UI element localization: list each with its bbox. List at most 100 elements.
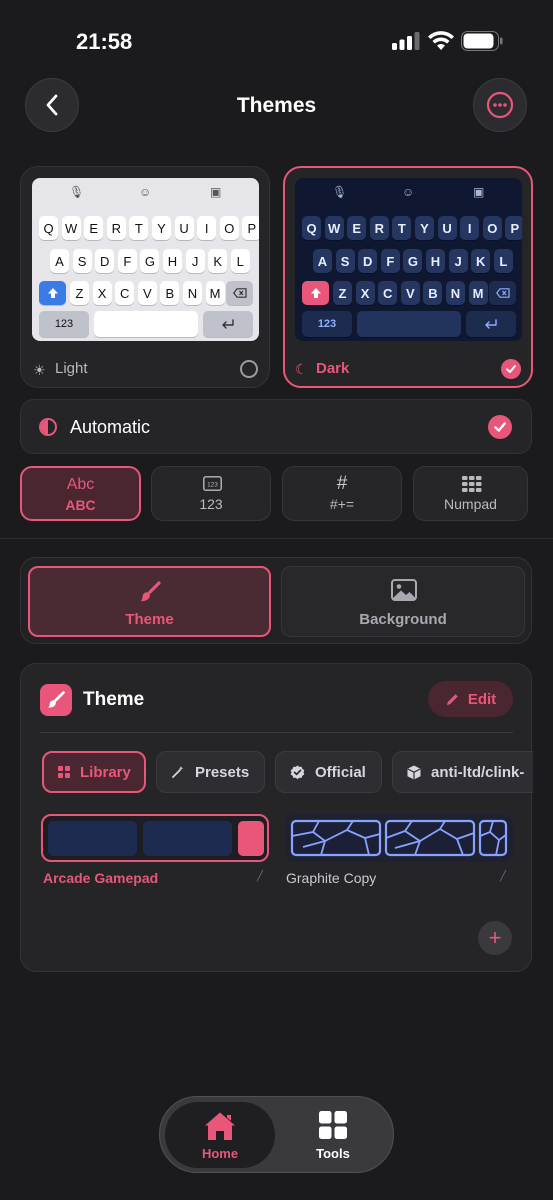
key-o: O xyxy=(219,216,239,240)
key-c: C xyxy=(115,281,135,305)
dark-theme-check-icon[interactable] xyxy=(501,359,521,379)
magic-wand-icon xyxy=(171,765,185,779)
key-p: P xyxy=(505,216,522,240)
numbers-key: 123 xyxy=(39,311,89,337)
grid-icon xyxy=(462,476,482,492)
key-y: Y xyxy=(152,216,171,240)
chip-anti-ltd-clink-label: anti-ltd/clink- xyxy=(431,763,525,781)
key-c: C xyxy=(378,281,398,305)
key-b: B xyxy=(423,281,443,305)
image-icon xyxy=(391,579,417,601)
status-bar: 21:58 xyxy=(0,0,553,80)
rename-pencil-icon[interactable]: ╱ xyxy=(500,871,506,882)
automatic-check-icon[interactable] xyxy=(488,415,512,439)
number-keypad-icon: 123 xyxy=(203,476,222,491)
preset-arcade-gamepad-name: Arcade Gamepad xyxy=(43,870,159,886)
emoji-icon: ☺ xyxy=(402,185,415,199)
key-h: H xyxy=(163,249,182,273)
key-y: Y xyxy=(415,216,434,240)
layout-tab-numpad[interactable]: Numpad xyxy=(413,466,528,521)
wifi-icon xyxy=(428,31,454,50)
key-l: L xyxy=(493,249,513,273)
key-g: G xyxy=(140,249,160,273)
chip-library-label: Library xyxy=(80,763,131,781)
chip-anti-ltd-clink[interactable]: anti-ltd/clink- xyxy=(392,751,533,793)
more-options-button[interactable] xyxy=(473,78,527,132)
theme-segment-button[interactable]: Theme xyxy=(28,566,271,637)
key-n: N xyxy=(183,281,202,305)
light-theme-card[interactable]: 🎙 ☺ ▣ Q W E R T Y U I O P A S D F G H J K L Z X C V B N M 123 ☀ Light xyxy=(20,166,270,388)
preset-swatch xyxy=(143,821,232,856)
rename-pencil-icon[interactable]: ╱ xyxy=(257,871,263,882)
layout-tab-numbers[interactable]: 123 123 xyxy=(151,466,271,521)
key-o: O xyxy=(482,216,502,240)
background-segment-button[interactable]: Background xyxy=(281,566,525,637)
key-s: S xyxy=(72,249,92,273)
key-p: P xyxy=(242,216,259,240)
key-u: U xyxy=(437,216,457,240)
key-s: S xyxy=(335,249,355,273)
key-u: U xyxy=(174,216,194,240)
key-d: D xyxy=(95,249,115,273)
key-j: J xyxy=(448,249,468,273)
key-h: H xyxy=(426,249,445,273)
layout-tab-numbers-label: 123 xyxy=(199,496,223,512)
key-z: Z xyxy=(70,281,89,305)
moon-icon: ☾ xyxy=(295,361,308,377)
space-key xyxy=(357,311,461,337)
theme-background-segmented-control: Theme Background xyxy=(20,557,532,644)
theme-panel: Theme Edit Library Presets Official anti… xyxy=(20,663,533,972)
keyboard-toolbar: 🎙 ☺ ▣ xyxy=(32,178,259,208)
dark-theme-card[interactable]: 🎙 ☺ ▣ Q W E R T Y U I O P A S D F G H J K L Z X C V B N M 123 ☾ Dark xyxy=(283,166,533,388)
half-circle-icon xyxy=(39,418,57,436)
key-q: Q xyxy=(302,216,321,240)
key-q: Q xyxy=(39,216,58,240)
dark-keyboard-preview: 🎙 ☺ ▣ Q W E R T Y U I O P A S D F G H J K L Z X C V B N M 123 xyxy=(295,178,522,341)
return-key xyxy=(466,311,516,337)
key-m: M xyxy=(468,281,488,305)
automatic-theme-row[interactable]: Automatic xyxy=(20,399,532,454)
panel-divider xyxy=(40,732,513,733)
more-horizontal-icon xyxy=(486,91,514,119)
return-key xyxy=(203,311,253,337)
key-v: V xyxy=(137,281,157,305)
shift-key xyxy=(302,281,329,305)
key-r: R xyxy=(106,216,126,240)
layout-tab-letters[interactable]: Abc ABC xyxy=(20,466,141,521)
chip-library[interactable]: Library xyxy=(42,751,146,793)
home-icon xyxy=(205,1112,235,1140)
key-i: I xyxy=(197,216,217,240)
key-z: Z xyxy=(333,281,352,305)
status-time: 21:58 xyxy=(76,29,133,54)
hash-icon: # xyxy=(336,473,348,494)
nav-home-label: Home xyxy=(201,1146,239,1161)
nav-home[interactable]: Home xyxy=(165,1102,275,1168)
key-n: N xyxy=(446,281,465,305)
preset-graphite-copy[interactable] xyxy=(285,814,513,862)
layout-tab-letters-top: Abc xyxy=(66,476,95,493)
key-e: E xyxy=(84,216,104,240)
key-w: W xyxy=(61,216,81,240)
chip-presets[interactable]: Presets xyxy=(156,751,265,793)
key-x: X xyxy=(355,281,375,305)
layout-tab-symbols-label: #+= xyxy=(329,496,355,512)
page-title: Themes xyxy=(236,94,317,117)
edit-button[interactable]: Edit xyxy=(428,681,513,717)
key-l: L xyxy=(230,249,250,273)
layout-tab-letters-bottom: ABC xyxy=(65,497,96,513)
microphone-icon: 🎙 xyxy=(332,185,348,199)
nav-tools[interactable]: Tools xyxy=(278,1102,388,1168)
preset-arcade-gamepad[interactable] xyxy=(41,814,269,862)
add-theme-button[interactable]: + xyxy=(478,921,512,955)
pencil-icon xyxy=(446,693,458,705)
light-keyboard-preview: 🎙 ☺ ▣ Q W E R T Y U I O P A S D F G H J K L Z X C V B N M 123 xyxy=(32,178,259,341)
chip-official[interactable]: Official xyxy=(275,751,382,793)
key-f: F xyxy=(380,249,400,273)
svg-text:123: 123 xyxy=(207,482,218,489)
key-b: B xyxy=(160,281,180,305)
cracked-glass-swatch xyxy=(290,819,508,857)
layout-tab-symbols[interactable]: # #+= xyxy=(282,466,402,521)
key-e: E xyxy=(347,216,367,240)
light-theme-radio[interactable] xyxy=(240,360,258,378)
key-t: T xyxy=(392,216,412,240)
